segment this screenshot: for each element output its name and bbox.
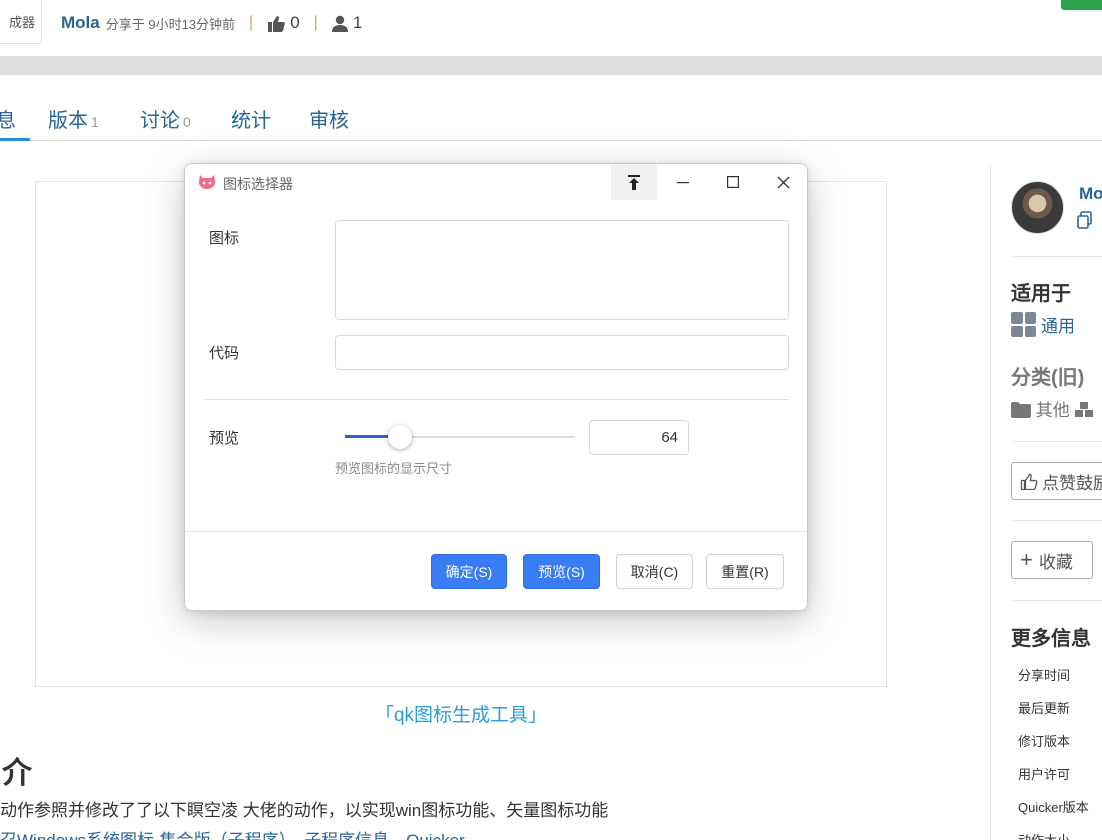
sidebar-divider: [1011, 441, 1102, 442]
maximize-icon: [727, 176, 739, 188]
tab-label: 讨论: [140, 110, 180, 132]
favorite-button[interactable]: + 收藏: [1011, 541, 1093, 579]
tab-versions[interactable]: 版本 1: [48, 104, 99, 133]
pin-top-icon: [628, 174, 640, 190]
active-tab-indicator: [0, 138, 30, 141]
tab-label: 版本: [48, 110, 88, 132]
meta-separator: |: [313, 14, 318, 31]
thumbnail-text: 成器: [8, 15, 35, 30]
thumbs-up-icon[interactable]: [267, 15, 285, 32]
like-count: 0: [290, 13, 300, 32]
info-item: 用户许可: [1018, 767, 1071, 782]
sidebar-divider: [1011, 256, 1102, 257]
category-title: 分类(旧): [1011, 367, 1085, 389]
info-item: 动作大小: [1018, 830, 1070, 840]
tab-info[interactable]: 息: [0, 104, 16, 133]
intro-links[interactable]: 召Windows系统图标-集合版（子程序）、子程序信息、Quicker: [0, 826, 465, 840]
section-band: [0, 56, 1102, 75]
like-button-label: 点赞鼓励: [1042, 473, 1102, 493]
tab-count: 1: [91, 114, 99, 130]
dialog-footer: 确定(S) 预览(S) 取消(C) 重置(R): [185, 531, 807, 610]
form-separator: [205, 399, 789, 400]
folder-icon: [1011, 402, 1031, 418]
preview-size-slider[interactable]: [345, 424, 575, 450]
minimize-icon: [677, 182, 689, 184]
tab-count: 0: [183, 114, 191, 130]
sidebar-divider: [990, 165, 991, 840]
tab-discussion[interactable]: 讨论 0: [140, 104, 191, 133]
tab-bar: 息 版本 1 讨论 0 统计 审核: [0, 98, 1102, 141]
icon-picker-dialog: 图标选择器 图标 代码 预览 预览图标的显示尺寸 确定(S) 预览(S) 取消(…: [184, 163, 808, 611]
intro-heading: 介: [2, 757, 32, 790]
preview-size-input[interactable]: [589, 420, 689, 455]
action-thumbnail[interactable]: 成器: [0, 0, 42, 44]
tab-label: 审核: [309, 110, 349, 132]
cancel-button[interactable]: 取消(C): [616, 554, 693, 589]
tab-label: 统计: [231, 110, 271, 132]
category-label: 其他: [1035, 401, 1070, 420]
minimize-button[interactable]: [658, 164, 708, 200]
dialog-title: 图标选择器: [223, 176, 293, 192]
user-count: 1: [352, 13, 363, 32]
info-item: 修订版本: [1018, 734, 1071, 749]
maximize-button[interactable]: [708, 164, 758, 200]
icon-field-label: 图标: [209, 230, 240, 247]
favorite-button-label: 收藏: [1038, 552, 1073, 572]
plus-icon: +: [1020, 547, 1033, 572]
sidebar-divider: [1011, 600, 1102, 601]
green-action-button[interactable]: [1061, 0, 1102, 10]
windows-grid-icon: [1011, 312, 1036, 337]
dialog-titlebar[interactable]: 图标选择器: [185, 164, 807, 200]
category-value[interactable]: 其他: [1011, 396, 1094, 421]
meta-separator: |: [249, 14, 254, 31]
shared-time: 分享于 9小时13分钟前: [105, 16, 236, 32]
avatar[interactable]: [1011, 181, 1064, 234]
tab-stats[interactable]: 统计: [231, 104, 271, 133]
close-icon: [777, 176, 789, 188]
author-link[interactable]: Mola: [61, 13, 100, 33]
pin-on-top-button[interactable]: [611, 164, 657, 200]
info-item: 分享时间: [1018, 668, 1071, 683]
code-field-label: 代码: [209, 345, 240, 362]
sidebar-user-name[interactable]: Mo: [1079, 184, 1102, 204]
slider-thumb[interactable]: [388, 425, 412, 449]
code-input[interactable]: [335, 335, 789, 370]
preview-button[interactable]: 预览(S): [523, 554, 600, 589]
info-item: Quicker版本: [1018, 800, 1089, 815]
copy-icon[interactable]: [1077, 211, 1093, 229]
thumbs-up-outline-icon: [1020, 473, 1038, 490]
image-caption: 「qk图标生成工具」: [374, 705, 548, 726]
tab-review[interactable]: 审核: [309, 104, 349, 133]
info-item: 最后更新: [1018, 701, 1071, 716]
cubes-icon: [1075, 402, 1094, 417]
tab-label: 息: [0, 110, 16, 132]
applies-title: 适用于: [1011, 283, 1071, 305]
ok-button[interactable]: 确定(S): [431, 554, 507, 589]
user-icon: [331, 15, 348, 32]
close-button[interactable]: [758, 164, 807, 200]
icon-input[interactable]: [335, 220, 789, 320]
intro-text: 动作参照并修改了了以下瞑空凌 大佬的动作，以实现win图标功能、矢量图标功能: [0, 801, 609, 820]
sidebar-divider: [1011, 520, 1102, 521]
preview-hint: 预览图标的显示尺寸: [335, 461, 453, 476]
applies-label: 通用: [1041, 317, 1075, 336]
reset-button[interactable]: 重置(R): [706, 554, 784, 589]
more-info-title: 更多信息: [1011, 628, 1091, 650]
preview-field-label: 预览: [209, 430, 240, 447]
app-icon: [198, 175, 216, 189]
applies-value[interactable]: 通用: [1011, 312, 1075, 337]
action-meta: Mola 分享于 9小时13分钟前 | 0 | 1: [61, 12, 362, 34]
like-button[interactable]: 点赞鼓励: [1011, 462, 1102, 500]
